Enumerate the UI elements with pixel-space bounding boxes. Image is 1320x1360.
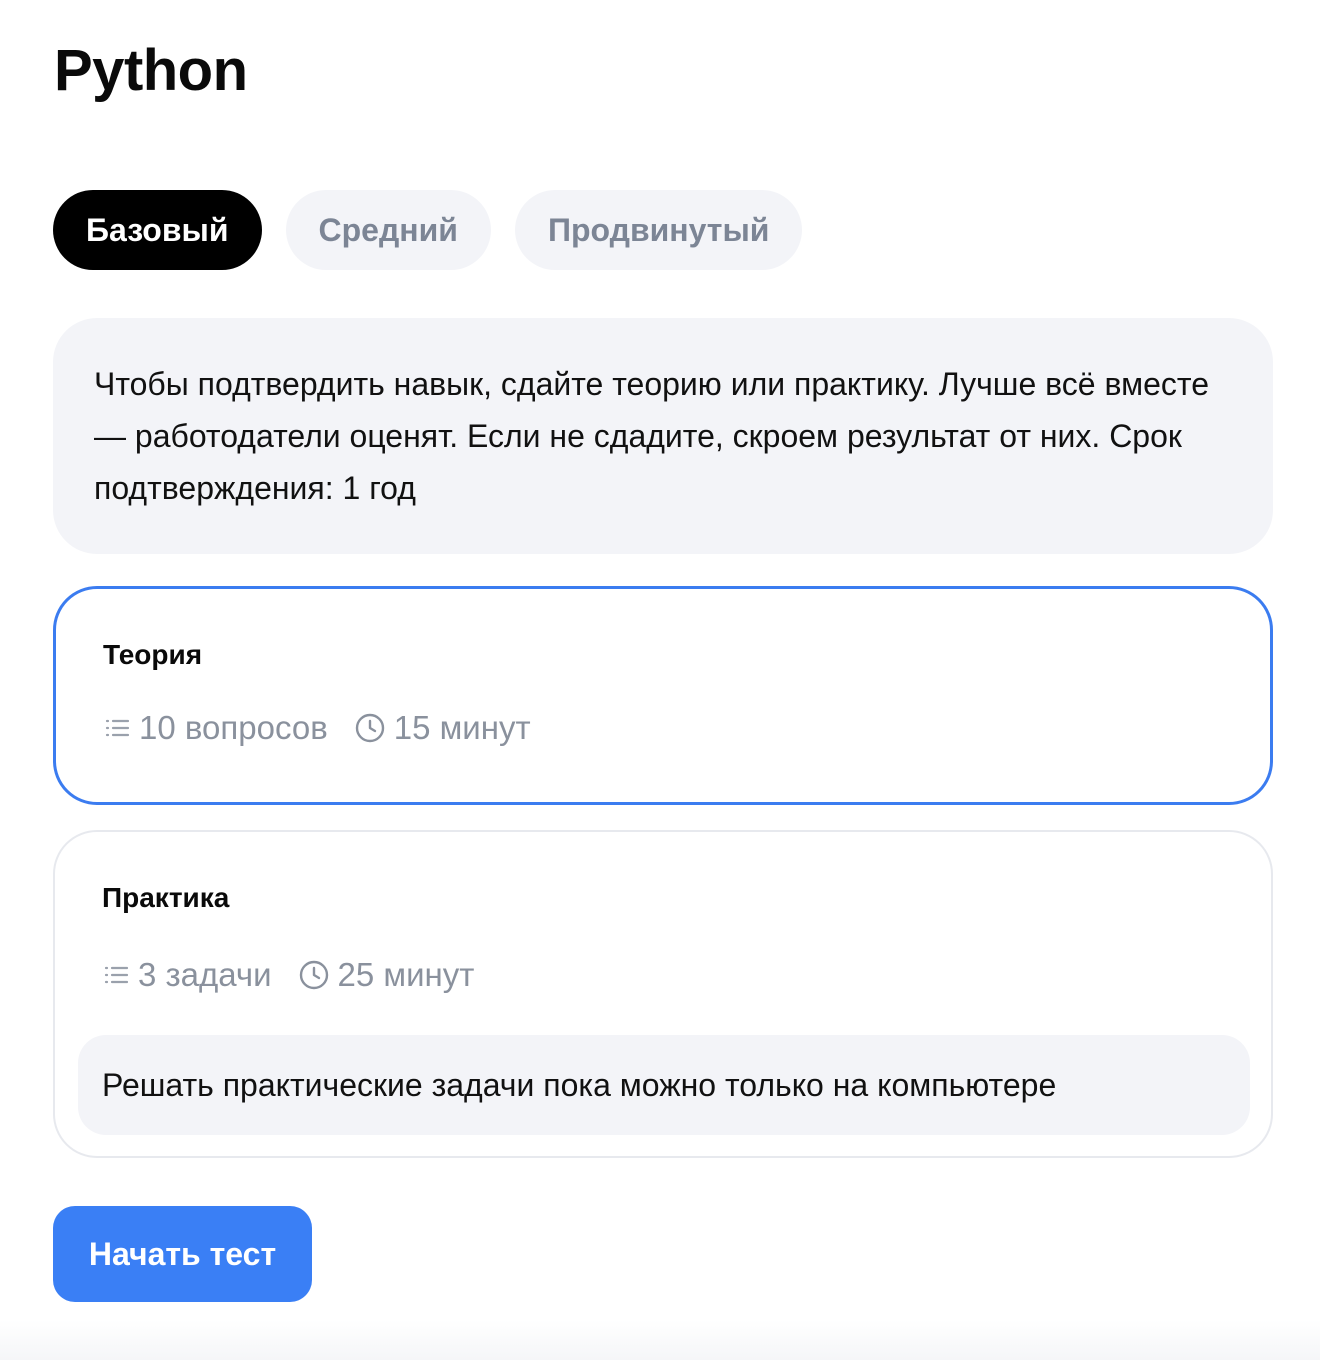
card-meta: 10 вопросов 15 минут xyxy=(103,709,531,747)
start-test-button[interactable]: Начать тест xyxy=(53,1206,312,1302)
list-icon xyxy=(103,714,131,742)
card-meta: 3 задачи 25 минут xyxy=(102,956,474,994)
tasks-label: 3 задачи xyxy=(138,956,272,993)
level-tabs: Базовый Средний Продвинутый xyxy=(53,190,803,270)
desktop-only-notice: Решать практические задачи пока можно то… xyxy=(78,1035,1250,1135)
tab-basic[interactable]: Базовый xyxy=(53,190,262,270)
duration: 25 минут xyxy=(298,956,475,994)
page-title: Python xyxy=(54,38,248,103)
clock-icon xyxy=(354,712,386,744)
list-icon xyxy=(102,961,130,989)
bottom-fade xyxy=(0,1320,1320,1360)
info-message: Чтобы подтвердить навык, сдайте теорию и… xyxy=(53,318,1273,554)
questions-label: 10 вопросов xyxy=(139,709,328,746)
tab-intermediate[interactable]: Средний xyxy=(285,190,491,270)
tasks-count: 3 задачи xyxy=(102,956,272,994)
card-title: Теория xyxy=(103,639,203,670)
practice-card[interactable]: Практика 3 задачи 25 минут Решать практи… xyxy=(53,830,1273,1158)
duration-label: 25 минут xyxy=(337,956,475,993)
duration: 15 минут xyxy=(354,709,531,747)
skill-test-page: Python Базовый Средний Продвинутый Чтобы… xyxy=(0,0,1320,1360)
tab-advanced[interactable]: Продвинутый xyxy=(514,190,803,270)
clock-icon xyxy=(298,959,330,991)
duration-label: 15 минут xyxy=(393,709,531,746)
theory-card[interactable]: Теория 10 вопросов 15 минут xyxy=(53,586,1273,805)
card-title: Практика xyxy=(102,882,230,913)
questions-count: 10 вопросов xyxy=(103,709,328,747)
